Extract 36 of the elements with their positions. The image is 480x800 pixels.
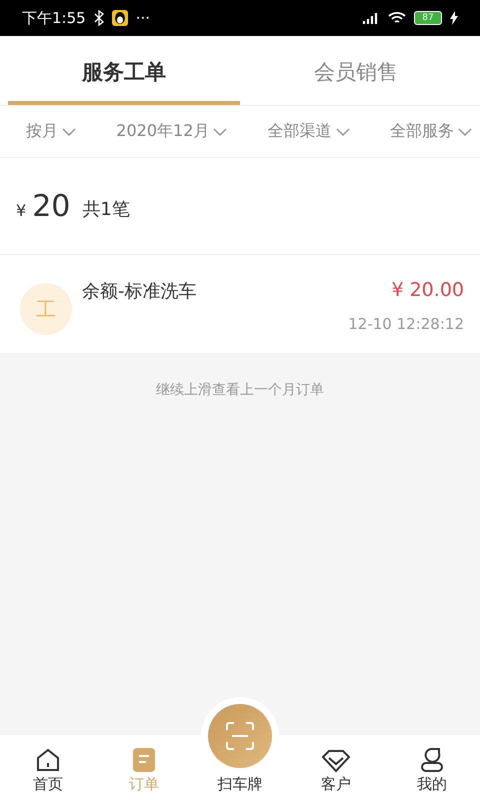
tab[interactable]: 会员销售 <box>240 36 472 105</box>
home-icon <box>35 747 61 773</box>
nav-item[interactable]: 首页 <box>0 735 96 800</box>
filter-dropdown[interactable]: 按月 <box>26 121 76 142</box>
avatar: 工 <box>20 283 72 335</box>
scan-button[interactable] <box>208 704 272 768</box>
order-time: 12-10 12:28:12 <box>348 315 464 333</box>
filter-dropdown[interactable]: 全部渠道 <box>268 121 350 142</box>
battery-indicator: 87 <box>414 11 442 25</box>
user-icon <box>420 747 444 773</box>
load-more-hint: 继续上滑查看上一个月订单 <box>155 381 325 399</box>
filter-dropdown[interactable]: 全部服务 <box>390 121 472 142</box>
status-time: 下午1:55 <box>22 8 86 28</box>
more-notifications: ··· <box>136 9 150 27</box>
chevron-down-icon <box>336 128 350 136</box>
charging-icon <box>450 11 458 25</box>
order-row[interactable]: 工 余额-标准洗车 ¥ 20.00 12-10 12:28:12 <box>0 255 480 353</box>
wifi-icon <box>388 11 406 25</box>
order-count: 共1笔 <box>82 198 130 221</box>
scan-icon <box>225 721 255 751</box>
diamond-icon <box>321 749 351 773</box>
currency-symbol: ¥ <box>16 200 26 220</box>
chevron-down-icon <box>458 128 472 136</box>
bluetooth-icon <box>94 10 104 26</box>
nav-item[interactable]: 客户 <box>288 735 384 800</box>
order-title: 余额-标准洗车 <box>82 280 198 304</box>
order-price: ¥ 20.00 <box>391 279 464 301</box>
signal-icon <box>362 11 380 25</box>
penguin-app-icon <box>112 10 128 26</box>
chevron-down-icon <box>213 128 228 136</box>
chevron-down-icon <box>62 128 76 136</box>
nav-item[interactable]: 我的 <box>384 735 480 800</box>
document-icon <box>132 747 156 773</box>
scan-label[interactable]: 扫车牌 <box>218 775 262 794</box>
total-amount: 20 <box>32 188 70 224</box>
filter-dropdown[interactable]: 2020年12月 <box>116 121 228 142</box>
